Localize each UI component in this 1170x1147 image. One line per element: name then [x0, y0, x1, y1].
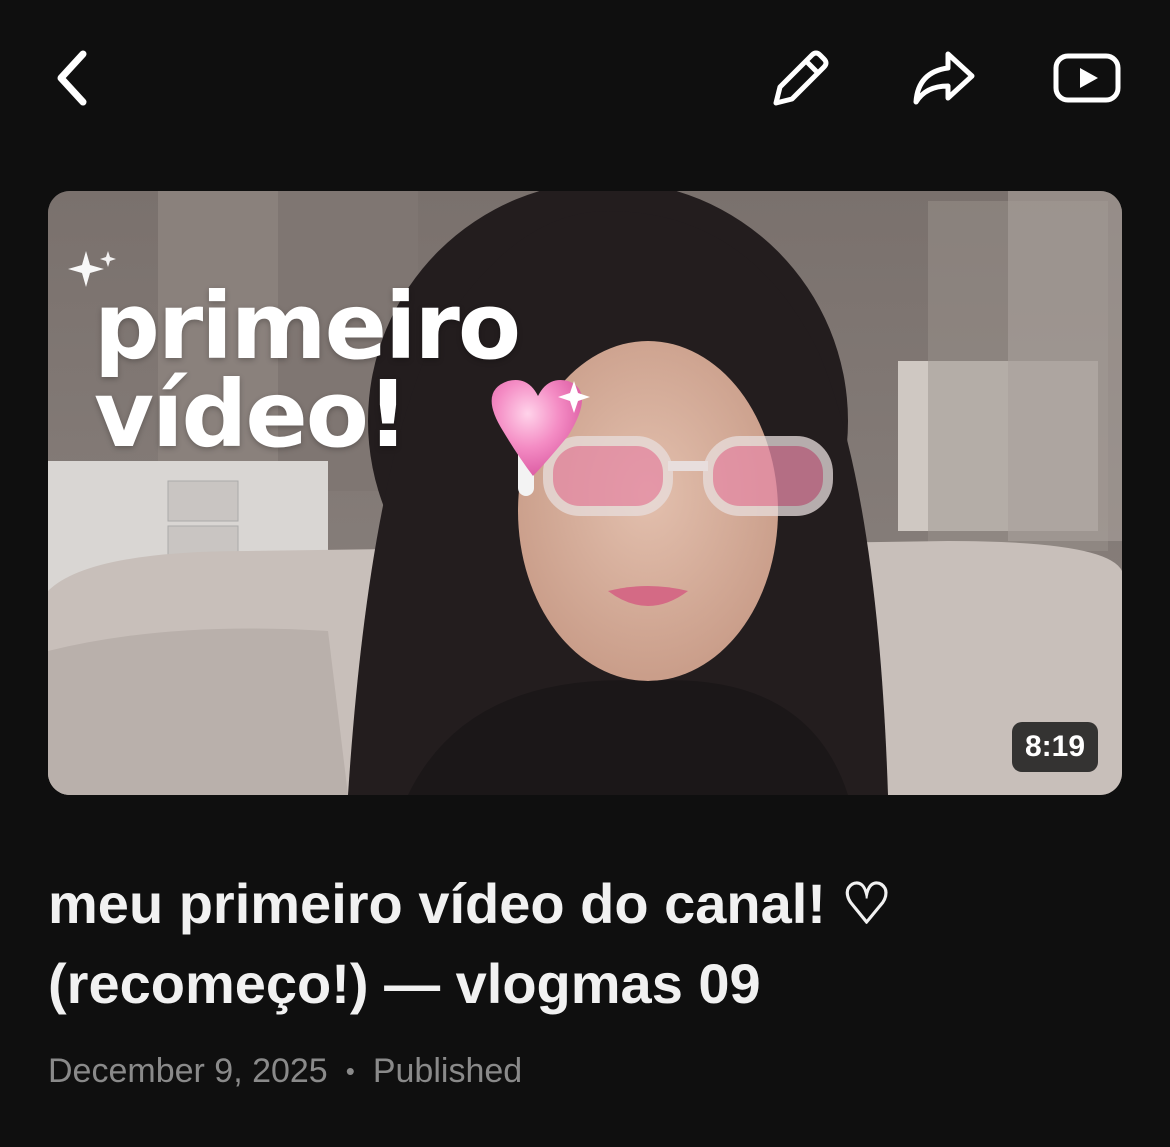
video-title: meu primeiro vídeo do canal! ♡ (recomeço… — [48, 872, 892, 1015]
video-thumbnail[interactable]: primeiro vídeo! 8:19 — [48, 191, 1122, 795]
thumbnail-caption: primeiro vídeo! — [94, 273, 521, 468]
publish-status: Published — [372, 1052, 523, 1090]
publish-date: December 9, 2025 — [48, 1052, 328, 1090]
chevron-left-icon — [57, 50, 87, 106]
youtube-button[interactable] — [1044, 40, 1130, 116]
youtube-play-icon — [1053, 53, 1121, 103]
pencil-icon — [773, 50, 829, 106]
edit-button[interactable] — [756, 40, 842, 116]
share-button[interactable] — [900, 40, 986, 116]
video-duration-badge: 8:19 — [1011, 722, 1098, 772]
video-meta: December 9, 2025 • Published — [48, 1052, 522, 1091]
top-bar — [0, 0, 1170, 160]
meta-separator: • — [345, 1056, 355, 1086]
share-arrow-icon — [913, 51, 975, 105]
back-button[interactable] — [38, 40, 108, 116]
